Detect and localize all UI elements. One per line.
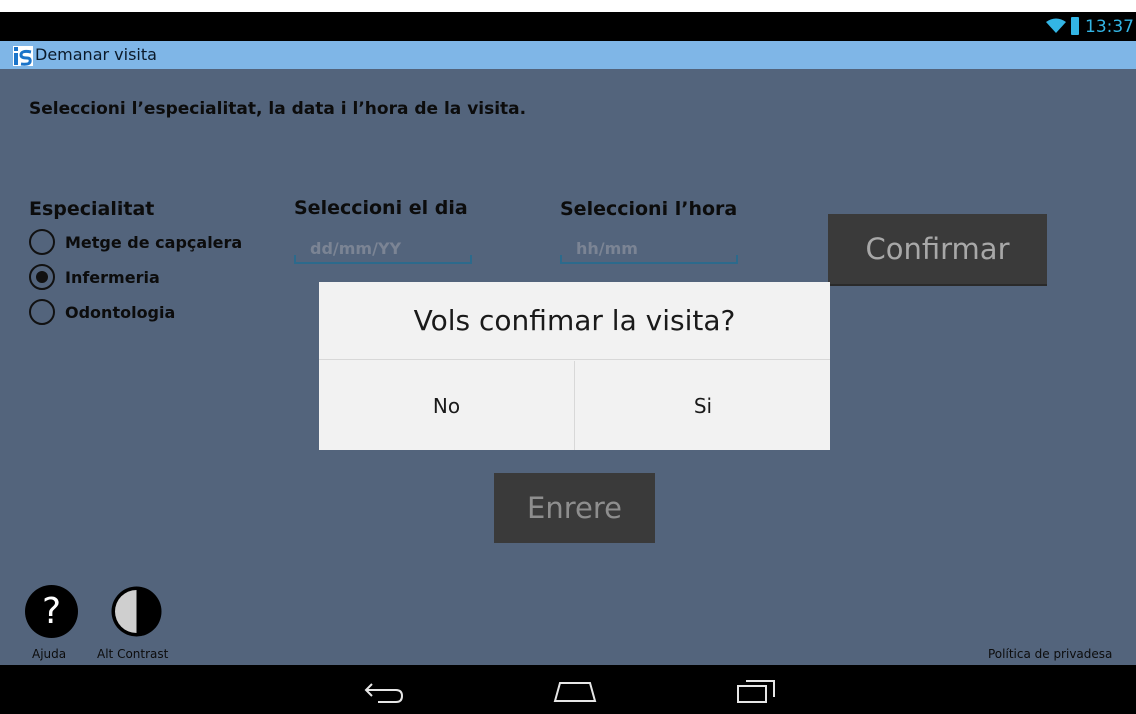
radio-metge-de-capcalera[interactable]: Metge de capçalera [29,229,242,255]
instruction-text: Seleccioni l’especialitat, la data i l’h… [29,99,527,119]
recent-apps-icon[interactable] [732,675,782,705]
radio-label: Infermeria [65,267,160,287]
back-button[interactable]: Enrere [494,473,655,543]
help-label[interactable]: Ajuda [32,647,66,661]
battery-icon [1071,17,1079,35]
time-input[interactable] [560,234,738,262]
contrast-icon[interactable] [110,585,163,638]
radio-button[interactable] [29,229,55,255]
back-icon[interactable] [358,675,408,705]
main-content: Seleccioni l’especialitat, la data i l’h… [0,69,1136,665]
date-field[interactable] [294,234,472,264]
status-time: 13:37 [1085,17,1134,37]
screen-title: Demanar visita [35,45,157,64]
app-logo-icon [13,46,33,66]
privacy-link[interactable]: Política de privadesa [988,647,1112,661]
confirm-dialog: Vols confimar la visita? No Si [319,282,830,450]
radio-button[interactable] [29,299,55,325]
dia-label: Seleccioni el dia [294,197,468,219]
navigation-bar [0,665,1136,714]
title-bar: Demanar visita [0,41,1136,69]
status-bar: 13:37 [0,12,1136,41]
dialog-yes-button[interactable]: Si [576,361,830,450]
help-icon[interactable]: ? [25,585,78,638]
radio-label: Odontologia [65,302,176,322]
confirm-button[interactable]: Confirmar [828,214,1047,284]
dialog-no-button[interactable]: No [319,361,575,450]
home-icon[interactable] [550,675,600,705]
contrast-label[interactable]: Alt Contrast [97,647,168,661]
radio-label: Metge de capçalera [65,232,243,252]
time-field[interactable] [560,234,738,264]
radio-button-checked[interactable] [29,264,55,290]
radio-odontologia[interactable]: Odontologia [29,299,175,325]
dialog-message: Vols confimar la visita? [319,282,830,360]
radio-infermeria[interactable]: Infermeria [29,264,160,290]
especialitat-label: Especialitat [29,198,155,220]
top-margin [0,0,1136,12]
hora-label: Seleccioni l’hora [560,198,738,220]
wifi-icon [1046,18,1066,33]
date-input[interactable] [294,234,472,262]
